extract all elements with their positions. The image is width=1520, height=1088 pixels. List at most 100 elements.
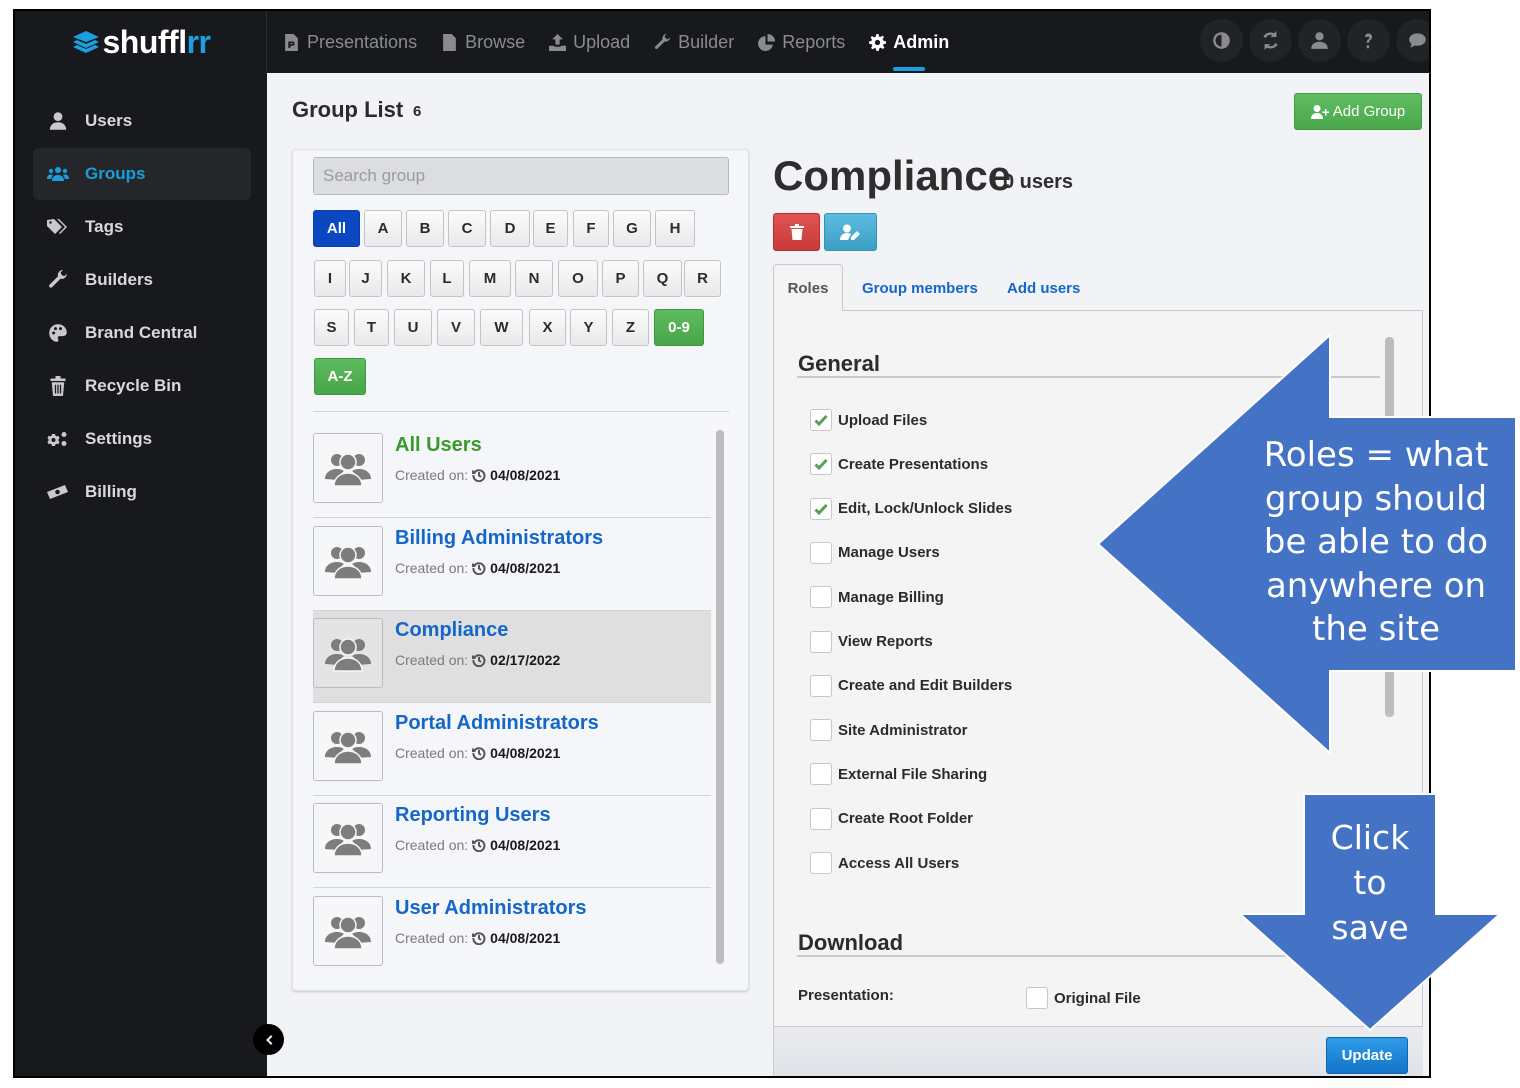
checkbox[interactable] xyxy=(810,763,832,786)
filter-q[interactable]: Q xyxy=(643,260,682,297)
add-group-button[interactable]: Add Group xyxy=(1294,93,1422,130)
group-name[interactable]: Portal Administrators xyxy=(395,712,599,735)
nav-browse[interactable]: Browse xyxy=(441,11,525,73)
group-name[interactable]: User Administrators xyxy=(395,897,587,920)
sidebar-item-billing[interactable]: Billing xyxy=(33,466,251,518)
tab-add-users[interactable]: Add users xyxy=(1007,264,1080,312)
nav-reports[interactable]: Reports xyxy=(758,11,845,73)
permission-manage-users[interactable]: Manage Users xyxy=(810,541,940,565)
filter-p[interactable]: P xyxy=(602,260,639,297)
permission-access-all-users[interactable]: Access All Users xyxy=(810,851,959,875)
checkbox[interactable] xyxy=(810,852,832,874)
update-button[interactable]: Update xyxy=(1326,1037,1408,1074)
permission-create-presentations[interactable]: Create Presentations xyxy=(810,452,988,476)
permission-create-and-edit-builders[interactable]: Create and Edit Builders xyxy=(810,674,1012,698)
permission-manage-billing[interactable]: Manage Billing xyxy=(810,585,944,609)
filter-r[interactable]: R xyxy=(684,260,721,297)
nav-upload[interactable]: Upload xyxy=(549,11,630,73)
checkbox[interactable] xyxy=(810,541,832,564)
tab-roles[interactable]: Roles xyxy=(773,264,843,312)
group-list-item[interactable]: Reporting Users Created on: 04/08/2021 xyxy=(313,796,711,888)
filter-z[interactable]: Z xyxy=(612,309,649,346)
scrollbar-thumb[interactable] xyxy=(716,430,724,964)
group-name[interactable]: Billing Administrators xyxy=(395,527,603,550)
filter-w[interactable]: W xyxy=(480,309,523,346)
filter-j[interactable]: J xyxy=(349,260,382,297)
permission-upload-files[interactable]: Upload Files xyxy=(810,408,927,432)
filter-y[interactable]: Y xyxy=(570,309,607,346)
contrast-button[interactable] xyxy=(1200,19,1243,62)
permission-view-reports[interactable]: View Reports xyxy=(810,630,933,654)
sidebar-item-users[interactable]: Users xyxy=(33,95,251,147)
checkbox[interactable] xyxy=(810,409,832,431)
checkbox[interactable] xyxy=(1026,987,1048,1009)
filter-all[interactable]: All xyxy=(313,210,360,247)
filter-c[interactable]: C xyxy=(448,210,486,247)
checkbox[interactable] xyxy=(810,586,832,609)
sidebar-item-settings[interactable]: Settings xyxy=(33,413,251,465)
checkbox[interactable] xyxy=(810,630,832,653)
group-list-item[interactable]: All Users Created on: 04/08/2021 xyxy=(313,426,711,518)
filter-x[interactable]: X xyxy=(529,309,566,346)
checkbox[interactable] xyxy=(810,807,832,830)
filter-a[interactable]: A xyxy=(364,210,402,247)
filter-g[interactable]: G xyxy=(613,210,651,247)
group-list-scrollbar[interactable] xyxy=(714,426,726,978)
group-list-item[interactable]: Portal Administrators Created on: 04/08/20… xyxy=(313,704,711,796)
help-button[interactable] xyxy=(1347,19,1390,62)
group-name[interactable]: All Users xyxy=(395,434,482,457)
filter-m[interactable]: M xyxy=(469,260,511,297)
sidebar-item-tags[interactable]: Tags xyxy=(33,201,251,253)
sidebar-item-label: Billing xyxy=(85,482,137,501)
filter-k[interactable]: K xyxy=(387,260,425,297)
checkbox[interactable] xyxy=(810,674,832,697)
filter-u[interactable]: U xyxy=(394,309,432,346)
created-label: Created on: xyxy=(395,559,469,576)
tab-group-members[interactable]: Group members xyxy=(862,264,978,312)
checkbox[interactable] xyxy=(810,497,832,520)
filter-0-9[interactable]: 0-9 xyxy=(654,309,704,346)
checkbox[interactable] xyxy=(810,453,832,476)
chat-button[interactable] xyxy=(1396,19,1429,62)
permission-external-file-sharing[interactable]: External File Sharing xyxy=(810,762,987,786)
checkbox[interactable] xyxy=(810,719,832,742)
filter-s[interactable]: S xyxy=(314,309,349,346)
history-icon xyxy=(472,746,486,760)
permission-site-administrator[interactable]: Site Administrator xyxy=(810,718,967,742)
sidebar-item-groups[interactable]: Groups xyxy=(33,148,251,200)
group-created: Created on: 04/08/2021 xyxy=(395,930,560,946)
sidebar-item-recycle-bin[interactable]: Recycle Bin xyxy=(33,360,251,412)
filter-o[interactable]: O xyxy=(558,260,598,297)
filter-l[interactable]: L xyxy=(430,260,464,297)
nav-presentations[interactable]: Presentations xyxy=(283,11,417,73)
group-list-item[interactable]: Compliance Created on: 02/17/2022 xyxy=(313,611,711,703)
filter-d[interactable]: D xyxy=(490,210,530,247)
delete-group-button[interactable] xyxy=(773,213,820,251)
group-list-item[interactable]: User Administrators Created on: 04/08/2021 xyxy=(313,889,711,979)
logo[interactable]: shufflrr xyxy=(15,11,267,73)
filter-b[interactable]: B xyxy=(406,210,444,247)
filter-n[interactable]: N xyxy=(515,260,553,297)
group-list-item[interactable]: Billing Administrators Created on: 04/08/2… xyxy=(313,519,711,611)
filter-h[interactable]: H xyxy=(655,210,695,247)
filter-i[interactable]: I xyxy=(314,260,346,297)
filter-a-z[interactable]: A-Z xyxy=(314,358,366,395)
search-group-input[interactable] xyxy=(313,157,729,195)
nav-builder[interactable]: Builder xyxy=(654,11,734,73)
edit-group-button[interactable] xyxy=(824,213,877,251)
filter-t[interactable]: T xyxy=(354,309,389,346)
filter-f[interactable]: F xyxy=(573,210,609,247)
permission-edit-lock-unlock-slides[interactable]: Edit, Lock/Unlock Slides xyxy=(810,497,1012,521)
permission-create-root-folder[interactable]: Create Root Folder xyxy=(810,807,973,831)
group-name[interactable]: Reporting Users xyxy=(395,804,551,827)
sidebar-item-brand-central[interactable]: Brand Central xyxy=(33,307,251,359)
refresh-button[interactable] xyxy=(1249,19,1292,62)
sidebar-item-builders[interactable]: Builders xyxy=(33,254,251,306)
group-name[interactable]: Compliance xyxy=(395,619,508,642)
profile-button[interactable] xyxy=(1298,19,1341,62)
collapse-sidebar-button[interactable] xyxy=(253,1024,284,1055)
nav-admin[interactable]: Admin xyxy=(869,11,949,73)
original-file-checkbox[interactable]: Original File xyxy=(1026,987,1141,1009)
filter-v[interactable]: V xyxy=(437,309,475,346)
filter-e[interactable]: E xyxy=(533,210,568,247)
